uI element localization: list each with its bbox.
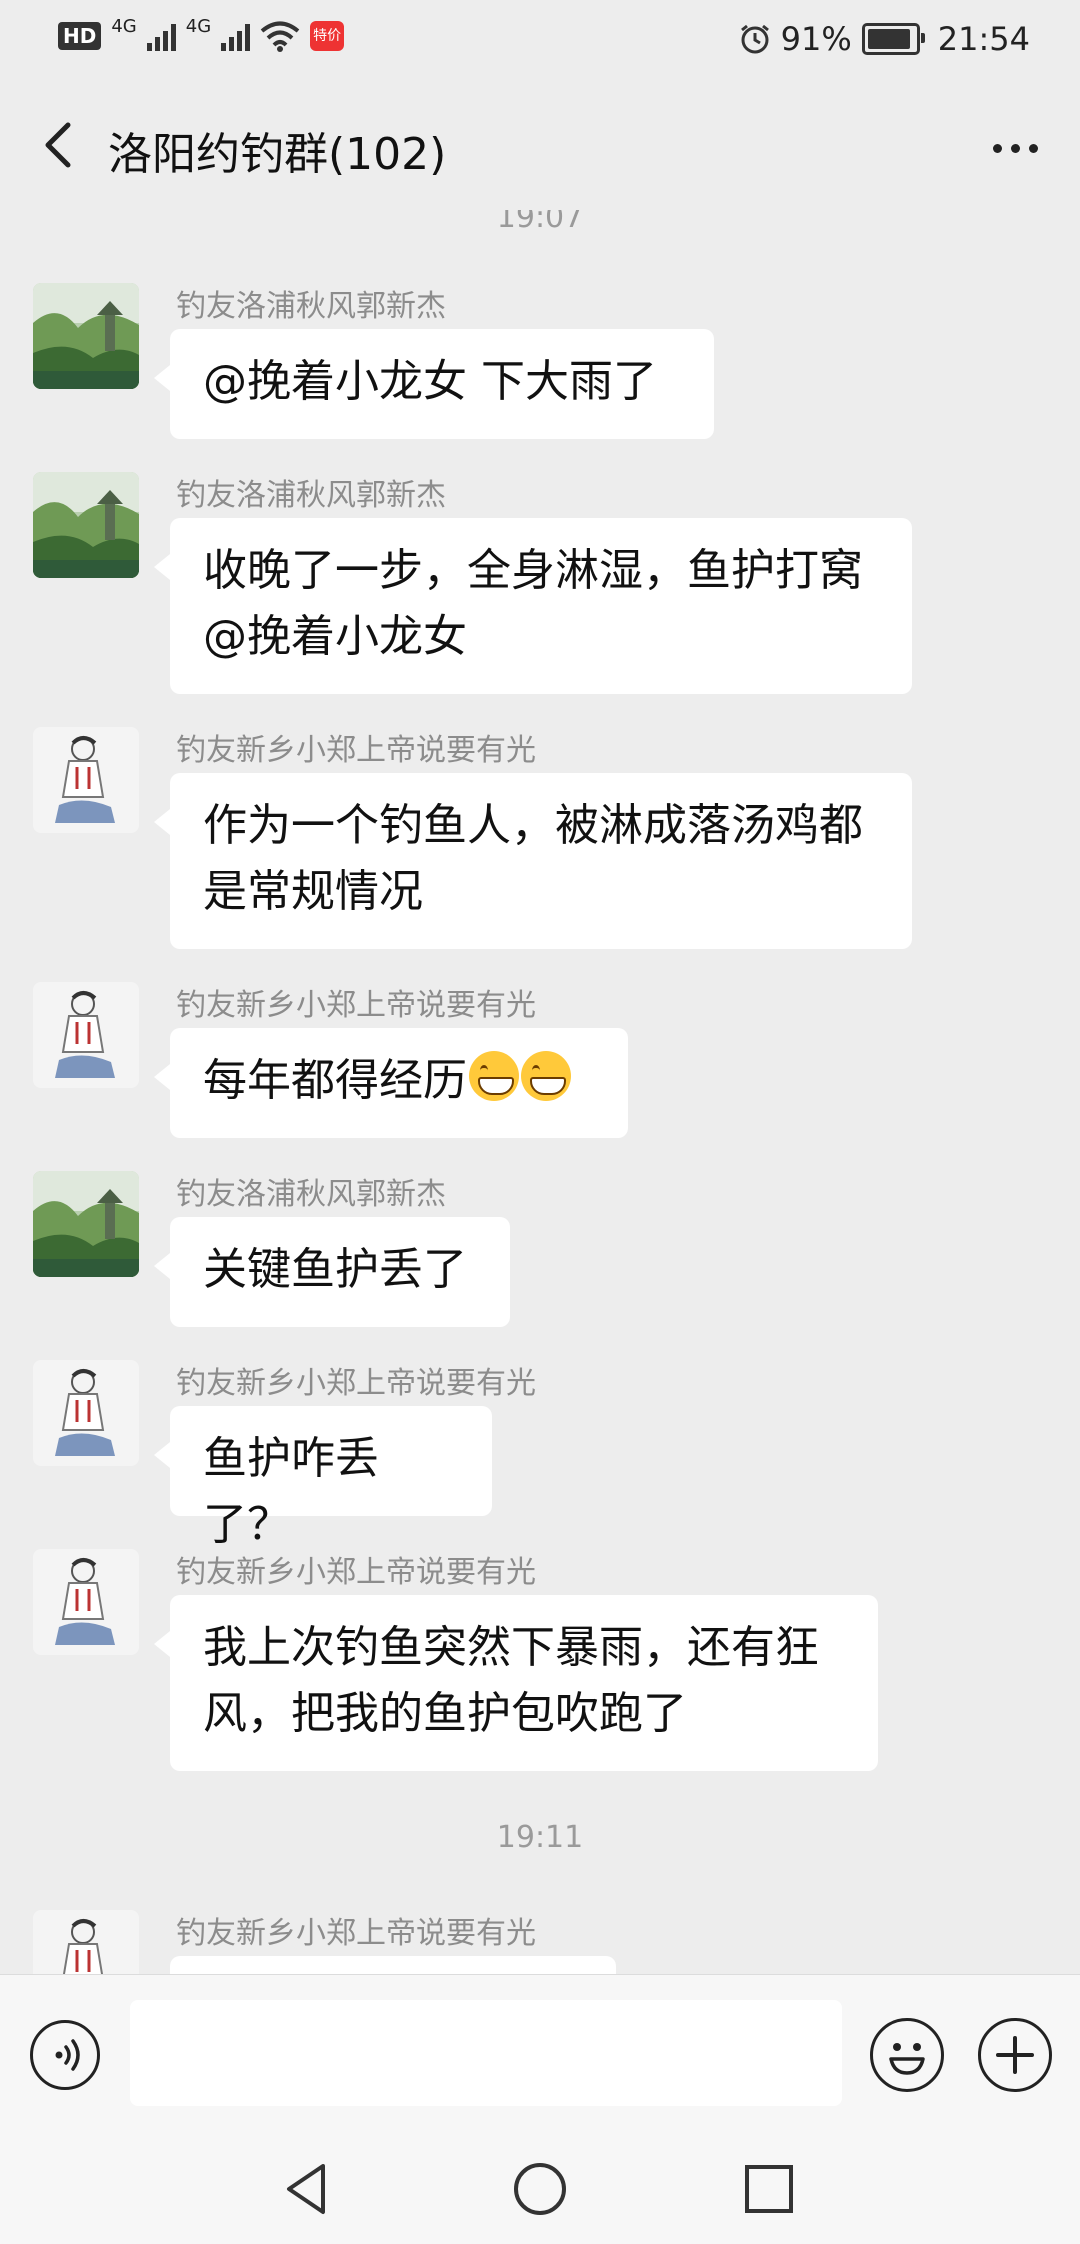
message-text-line: 我上次钓鱼突然下暴雨，还有狂: [203, 1622, 819, 1673]
voice-icon: [55, 2039, 80, 2071]
message-bubble[interactable]: 每年都得经历: [154, 1028, 628, 1138]
message-bubble[interactable]: 鱼护咋丢了？: [154, 1406, 492, 1550]
sender-name: 钓友洛浦秋风郭新杰: [176, 478, 446, 513]
back-button[interactable]: [30, 115, 90, 175]
sketch-person-avatar-icon: [33, 1549, 139, 1655]
more-dot-icon: [1010, 143, 1020, 153]
plus-icon: [996, 2036, 1034, 2074]
message-text: @挽着小龙女 下大雨了: [203, 356, 657, 407]
network-type-1: 4G: [111, 15, 137, 37]
sketch-person-avatar-icon: [33, 982, 139, 1088]
signal-icon-2: [221, 21, 251, 51]
system-navigation-bar: [0, 2134, 1080, 2244]
message-bubble[interactable]: 作为一个钓鱼人，被淋成落汤鸡都 是常规情况: [154, 773, 912, 949]
wifi-icon: [260, 21, 300, 52]
avatar[interactable]: [33, 283, 139, 389]
avatar[interactable]: [33, 1360, 139, 1466]
more-functions-button[interactable]: [978, 2018, 1052, 2092]
square-recent-icon: [745, 2165, 793, 2213]
emoji-button[interactable]: [870, 2018, 944, 2092]
message-text-line: @挽着小龙女: [203, 611, 467, 662]
status-left: HD 4G 4G 特价: [58, 16, 345, 52]
clock: 21:54: [937, 20, 1030, 58]
input-bar: [0, 1974, 1080, 2135]
avatar[interactable]: [33, 1171, 139, 1277]
message-bubble[interactable]: [170, 1956, 616, 1974]
signal-icon: [146, 21, 176, 51]
avatar[interactable]: [33, 727, 139, 833]
message-text: 鱼护咋丢了？: [203, 1433, 379, 1550]
battery-icon: [861, 23, 925, 55]
message-text-line: 是常规情况: [203, 866, 423, 917]
landscape-avatar-icon: [33, 472, 139, 578]
landscape-avatar-icon: [33, 1171, 139, 1277]
time-separator: 19:11: [496, 1820, 584, 1855]
status-right: 91% 21:54: [739, 20, 1030, 58]
more-options-button[interactable]: [980, 118, 1050, 178]
chat-header: 洛阳约钓群(102): [0, 80, 1080, 210]
sender-name: 钓友新乡小郑上帝说要有光: [176, 733, 536, 768]
page-title: 洛阳约钓群(102): [108, 129, 447, 180]
alarm-icon: [740, 24, 769, 54]
message-text: 关键鱼护丢了: [203, 1244, 467, 1295]
message-bubble[interactable]: @挽着小龙女 下大雨了: [154, 329, 714, 439]
status-bar: HD 4G 4G 特价 91% 21:54: [0, 0, 1080, 80]
message-bubble[interactable]: 收晚了一步，全身淋湿，鱼护打窝 @挽着小龙女: [154, 518, 912, 694]
sender-name: 钓友新乡小郑上帝说要有光: [176, 1555, 536, 1590]
chevron-left-icon: [45, 122, 71, 168]
avatar[interactable]: [33, 1910, 139, 1974]
triangle-back-icon: [287, 2164, 325, 2214]
sender-name: 钓友洛浦秋风郭新杰: [176, 289, 446, 324]
grin-emoji: [469, 1051, 519, 1101]
avatar[interactable]: [33, 1549, 139, 1655]
more-dot-icon: [992, 143, 1002, 153]
message-list[interactable]: 19:07 钓友洛浦秋风郭新杰 @挽着小龙女 下大雨了 钓友洛浦秋风郭新杰 收晚…: [0, 210, 1080, 1974]
battery-percent: 91%: [780, 20, 852, 58]
sender-name: 钓友新乡小郑上帝说要有光: [176, 1916, 536, 1951]
system-recent-button[interactable]: [734, 2154, 804, 2224]
sender-name: 钓友新乡小郑上帝说要有光: [176, 988, 536, 1023]
grin-emoji: [521, 1051, 571, 1101]
more-dot-icon: [1028, 143, 1038, 153]
message-text-line: 收晚了一步，全身淋湿，鱼护打窝: [203, 545, 863, 596]
message-input[interactable]: [130, 2000, 842, 2106]
avatar[interactable]: [33, 472, 139, 578]
time-separator: 19:07: [496, 210, 584, 235]
hd-badge: HD: [58, 22, 102, 50]
message-text: 每年都得经历: [203, 1055, 467, 1106]
message-text-line: 作为一个钓鱼人，被淋成落汤鸡都: [203, 800, 863, 851]
sketch-person-avatar-icon: [33, 1360, 139, 1466]
avatar[interactable]: [33, 982, 139, 1088]
message-bubble[interactable]: 关键鱼护丢了: [154, 1217, 510, 1327]
network-type-2: 4G: [185, 15, 212, 37]
message-bubble[interactable]: 我上次钓鱼突然下暴雨，还有狂 风，把我的鱼护包吹跑了: [154, 1595, 878, 1771]
sender-name: 钓友新乡小郑上帝说要有光: [176, 1366, 536, 1401]
sender-name: 钓友洛浦秋风郭新杰: [176, 1177, 446, 1212]
sketch-person-avatar-icon: [33, 727, 139, 833]
landscape-avatar-icon: [33, 283, 139, 389]
system-back-button[interactable]: [273, 2154, 343, 2224]
system-home-button[interactable]: [505, 2154, 575, 2224]
message-text-line: 风，把我的鱼护包吹跑了: [203, 1688, 687, 1739]
app-notification-badge: 特价: [310, 21, 345, 51]
voice-input-button[interactable]: [30, 2020, 100, 2090]
emoji-icon: [889, 2043, 925, 2075]
circle-home-icon: [514, 2163, 566, 2215]
sketch-person-avatar-icon: [33, 1910, 139, 1974]
